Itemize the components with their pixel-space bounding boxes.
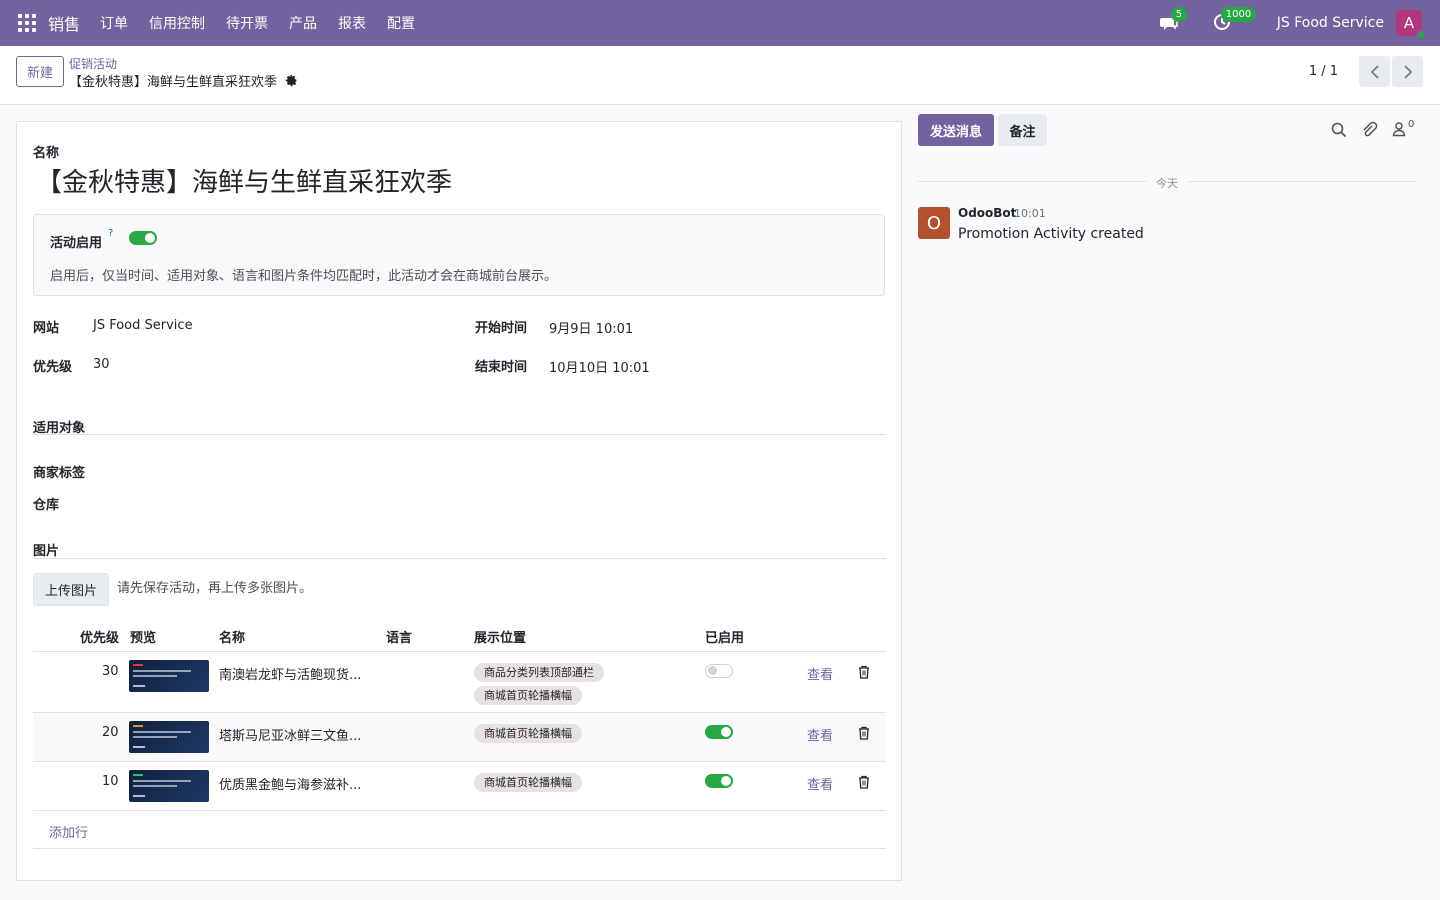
online-status-dot	[1416, 30, 1426, 40]
position-tag: 商品分类列表顶部通栏	[474, 663, 604, 682]
end-time-field[interactable]: 10月10日 10:01	[549, 357, 650, 376]
send-message-button[interactable]: 发送消息	[918, 114, 994, 146]
col-name[interactable]: 名称	[219, 627, 245, 646]
enabled-toggle[interactable]	[705, 774, 733, 788]
log-note-button[interactable]: 备注	[998, 114, 1047, 146]
menu-reporting[interactable]: 报表	[338, 13, 366, 33]
preview-thumbnail	[129, 770, 209, 802]
add-line-link[interactable]: 添加行	[49, 822, 88, 841]
trash-icon[interactable]	[858, 665, 870, 679]
message-author[interactable]: OdooBot	[958, 206, 1016, 220]
trash-icon[interactable]	[858, 775, 870, 789]
user-avatar[interactable]: A	[1396, 10, 1426, 40]
followers-button[interactable]: 0	[1392, 119, 1418, 139]
images-section-title: 图片	[33, 544, 60, 559]
breadcrumb-current-label: 【金秋特惠】海鲜与生鲜直采狂欢季	[69, 75, 278, 90]
preview-thumbnail	[129, 660, 209, 692]
message-author-avatar[interactable]: O	[918, 207, 950, 239]
enabled-toggle[interactable]	[705, 725, 733, 739]
control-panel: 新建 促销活动 【金秋特惠】海鲜与生鲜直采狂欢季 1 / 1	[0, 46, 1440, 105]
search-icon[interactable]	[1330, 121, 1348, 139]
col-preview[interactable]: 预览	[130, 627, 156, 646]
breadcrumb-current: 【金秋特惠】海鲜与生鲜直采狂欢季	[69, 71, 298, 90]
breadcrumb-parent[interactable]: 促销活动	[69, 55, 117, 72]
menu-products[interactable]: 产品	[289, 13, 317, 33]
start-time-field[interactable]: 9月9日 10:01	[549, 318, 633, 337]
col-priority[interactable]: 优先级	[80, 627, 119, 646]
user-icon	[1392, 122, 1406, 137]
audience-separator	[33, 434, 886, 435]
active-label: 活动启用	[50, 236, 103, 251]
website-label: 网站	[33, 321, 60, 336]
warehouse-label: 仓库	[33, 498, 60, 513]
menu-orders[interactable]: 订单	[100, 13, 128, 33]
new-button[interactable]: 新建	[16, 56, 64, 87]
row-priority: 20	[102, 725, 119, 740]
messages-badge: 5	[1170, 7, 1188, 22]
menu-to-invoice[interactable]: 待开票	[226, 13, 268, 33]
col-language[interactable]: 语言	[386, 627, 412, 646]
active-toggle[interactable]	[129, 231, 157, 245]
form-sheet: 名称 【金秋特惠】海鲜与生鲜直采狂欢季 活动启用 ? 启用后，仅当时间、适用对象…	[16, 121, 902, 881]
view-link[interactable]: 查看	[807, 774, 833, 793]
app-name[interactable]: 销售	[48, 11, 80, 35]
merchant-tags-label: 商家标签	[33, 466, 86, 481]
name-label: 名称	[33, 146, 60, 161]
pager-value[interactable]: 1 / 1	[1309, 64, 1338, 79]
row-name: 南澳岩龙虾与活鲍现货...	[219, 668, 362, 683]
upload-hint: 请先保存活动，再上传多张图片。	[117, 581, 313, 596]
priority-label: 优先级	[33, 360, 73, 375]
name-field[interactable]: 【金秋特惠】海鲜与生鲜直采狂欢季	[36, 162, 452, 199]
row-name: 塔斯马尼亚冰鲜三文鱼...	[219, 729, 362, 744]
row-priority: 30	[102, 664, 119, 679]
activities-button[interactable]: 1000	[1213, 7, 1257, 33]
chevron-right-icon	[1403, 64, 1412, 79]
row-name: 优质黑金鲍与海参滋补...	[219, 778, 362, 793]
followers-count: 0	[1408, 119, 1415, 130]
add-line-row: 添加行	[33, 811, 886, 849]
today-label: 今天	[1156, 177, 1178, 190]
view-link[interactable]: 查看	[807, 725, 833, 744]
today-divider-left	[918, 181, 1146, 182]
table-row[interactable]: 10 优质黑金鲍与海参滋补... 商城首页轮播横幅 查看	[33, 762, 886, 811]
col-enabled[interactable]: 已启用	[705, 627, 744, 646]
active-alert-box: 活动启用 ? 启用后，仅当时间、适用对象、语言和图片条件均匹配时，此活动才会在商…	[33, 214, 885, 296]
view-link[interactable]: 查看	[807, 664, 833, 683]
message-body: Promotion Activity created	[958, 226, 1144, 242]
help-tooltip-icon[interactable]: ?	[108, 228, 113, 239]
col-position[interactable]: 展示位置	[474, 627, 526, 646]
preview-thumbnail	[129, 721, 209, 753]
trash-icon[interactable]	[858, 726, 870, 740]
upload-images-button[interactable]: 上传图片	[33, 573, 109, 606]
pager-previous-button[interactable]	[1359, 56, 1390, 87]
messaging-button[interactable]: 5	[1159, 7, 1188, 33]
avatar-letter: A	[1403, 14, 1415, 32]
enabled-toggle[interactable]	[705, 664, 733, 678]
activities-badge: 1000	[1220, 7, 1257, 22]
images-separator	[33, 558, 886, 559]
gear-icon[interactable]	[285, 74, 298, 87]
priority-field[interactable]: 30	[93, 357, 110, 372]
table-row[interactable]: 30 南澳岩龙虾与活鲍现货... 商品分类列表顶部通栏 商城首页轮播横幅 查看	[33, 652, 886, 713]
top-navbar: 销售 订单 信用控制 待开票 产品 报表 配置 5 1000 JS Food S…	[0, 0, 1440, 46]
active-hint: 启用后，仅当时间、适用对象、语言和图片条件均匹配时，此活动才会在商城前台展示。	[50, 269, 558, 284]
menu-credit-control[interactable]: 信用控制	[149, 13, 205, 33]
today-divider-right	[1188, 181, 1416, 182]
images-table-header: 优先级 预览 名称 语言 展示位置 已启用	[33, 617, 886, 652]
paperclip-icon[interactable]	[1360, 121, 1378, 139]
table-row[interactable]: 20 塔斯马尼亚冰鲜三文鱼... 商城首页轮播横幅 查看	[33, 713, 886, 762]
position-tag: 商城首页轮播横幅	[474, 686, 582, 705]
menu-configuration[interactable]: 配置	[387, 13, 415, 33]
start-time-label: 开始时间	[475, 321, 528, 336]
message-time: 10:01	[1014, 207, 1046, 220]
row-priority: 10	[102, 774, 119, 789]
company-switcher[interactable]: JS Food Service	[1277, 15, 1384, 31]
position-tag: 商城首页轮播横幅	[474, 724, 582, 743]
website-field[interactable]: JS Food Service	[93, 318, 193, 333]
apps-menu-icon[interactable]	[18, 14, 36, 32]
position-tag: 商城首页轮播横幅	[474, 773, 582, 792]
pager-next-button[interactable]	[1392, 56, 1423, 87]
end-time-label: 结束时间	[475, 360, 528, 375]
chevron-left-icon	[1370, 64, 1379, 79]
